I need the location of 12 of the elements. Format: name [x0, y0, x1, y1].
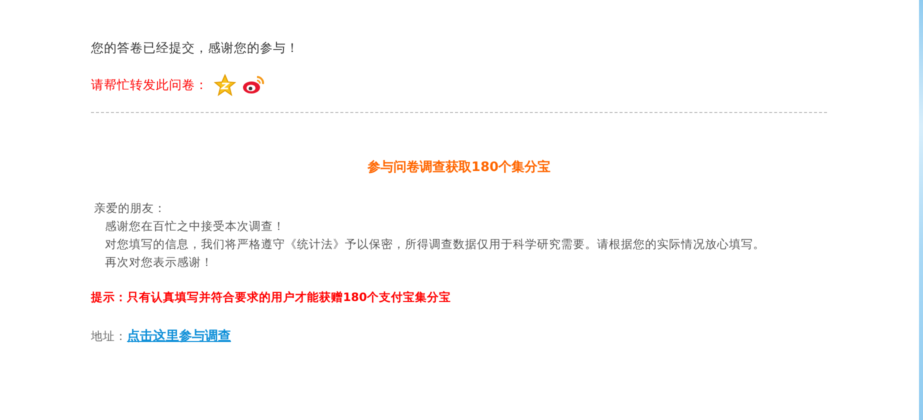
- letter-line: 感谢您在百忙之中接受本次调查！: [104, 218, 286, 235]
- share-label: 请帮忙转发此问卷：: [91, 76, 208, 94]
- weibo-icon[interactable]: [242, 75, 266, 95]
- letter-line: 再次对您表示感谢！: [104, 254, 214, 271]
- star-icon[interactable]: [214, 74, 236, 96]
- address-label: 地址：: [91, 329, 127, 344]
- tip-text: 提示：只有认真填写并符合要求的用户才能获赠180个支付宝集分宝: [91, 289, 452, 306]
- greeting-text: 亲爱的朋友：: [93, 200, 167, 217]
- confirmation-message: 您的答卷已经提交，感谢您的参与！: [91, 39, 300, 57]
- survey-link[interactable]: 点击这里参与调查: [127, 327, 231, 345]
- letter-line: 对您填写的信息，我们将严格遵守《统计法》予以保密，所得调查数据仅用于科学研究需要。请根据您的实际情况放心填写。: [104, 236, 766, 253]
- promo-heading: 参与问卷调查获取180个集分宝: [366, 159, 552, 177]
